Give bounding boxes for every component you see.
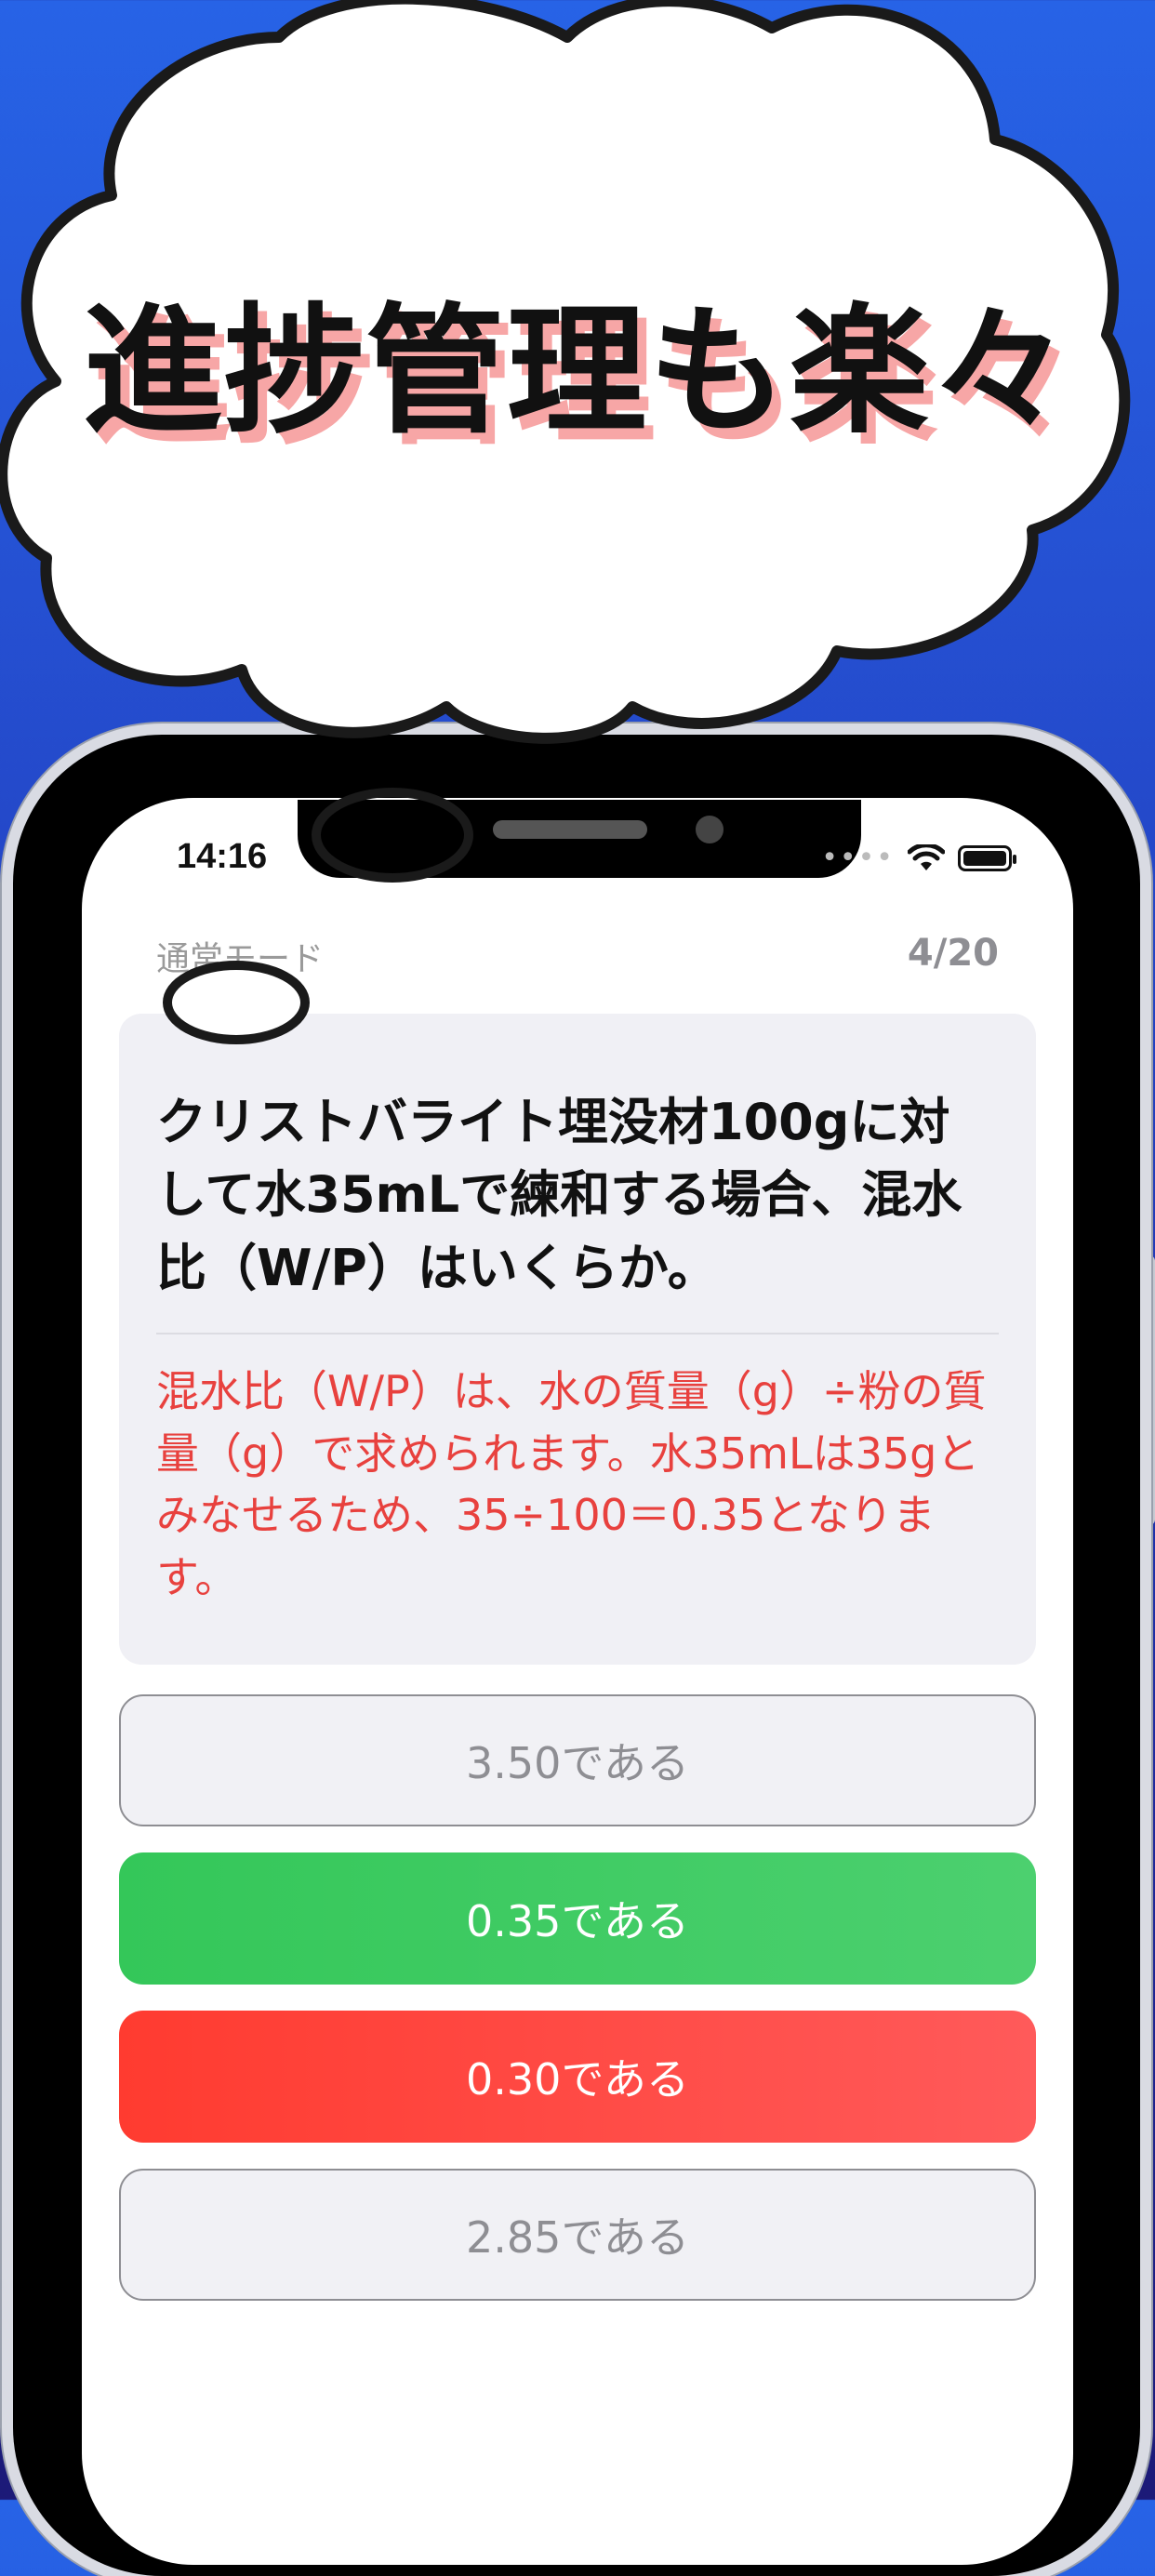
status-time: 14:16 <box>177 837 268 876</box>
question-text: クリストバライト埋没材100gに対して水35mLで練和する場合、混水比（W/P）… <box>156 1093 962 1297</box>
progress-counter: 4/20 <box>907 932 999 975</box>
answer-option-1[interactable]: 3.50である <box>119 1694 1036 1826</box>
answer-option-3-wrong[interactable]: 0.30である <box>119 2011 1036 2143</box>
headline: 進捗管理も楽々 <box>82 291 1072 453</box>
explanation-text: 混水比（W/P）は、水の質量（g）÷粉の質量（g）で求められます。水35mLは3… <box>156 1365 987 1602</box>
camera-icon <box>696 816 724 843</box>
signal-icon: •••• <box>821 842 895 874</box>
speaker-grille <box>493 820 647 839</box>
answer-option-2-correct[interactable]: 0.35である <box>119 1852 1036 1985</box>
answer-option-4[interactable]: 2.85である <box>119 2169 1036 2301</box>
question-card: クリストバライト埋没材100gに対して水35mLで練和する場合、混水比（W/P）… <box>119 1014 1036 1665</box>
mode-label: 通常モード <box>156 940 325 978</box>
battery-icon <box>958 844 1016 871</box>
divider <box>156 1332 999 1334</box>
status-icons: •••• <box>821 842 1016 874</box>
notch <box>298 800 861 878</box>
wifi-icon <box>908 843 945 870</box>
power-button <box>1140 1255 1155 1525</box>
